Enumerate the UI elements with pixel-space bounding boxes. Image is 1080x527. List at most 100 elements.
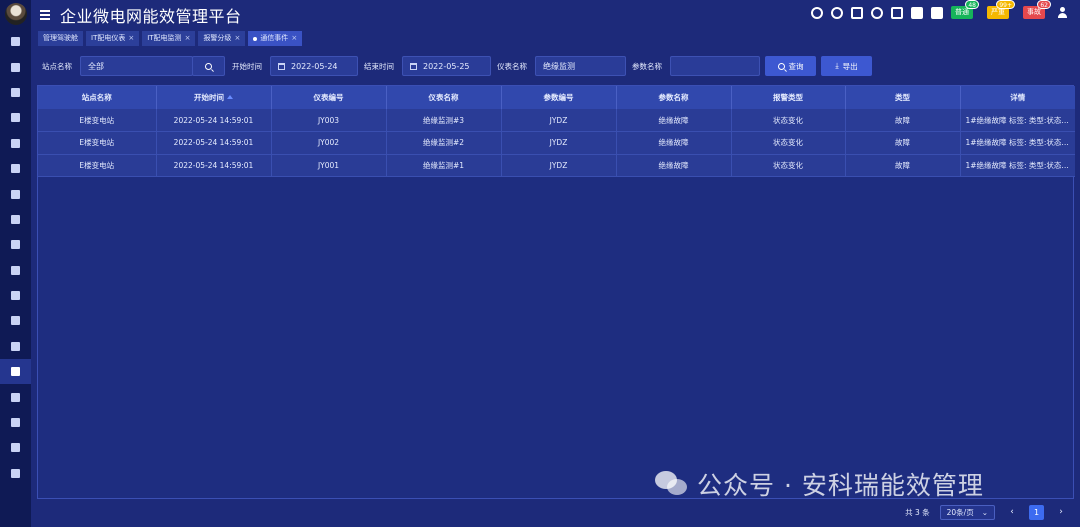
sidebar bbox=[0, 0, 31, 527]
cell-param-name: 绝缘故障 bbox=[616, 131, 732, 155]
nav-grid-icon[interactable] bbox=[0, 232, 31, 257]
nav-list-icon[interactable] bbox=[0, 308, 31, 333]
column-header-sortable[interactable]: 开始时间 bbox=[156, 86, 272, 109]
column-header[interactable]: 详情 bbox=[960, 86, 1075, 109]
column-header[interactable]: 参数名称 bbox=[616, 86, 732, 109]
nav-station-icon[interactable] bbox=[0, 105, 31, 130]
tab-label: IT配电监测 bbox=[147, 34, 182, 42]
close-icon[interactable]: × bbox=[128, 31, 134, 46]
next-page-icon[interactable]: › bbox=[1054, 507, 1068, 517]
header-tools: 普通 48 严重 99+ 事故 62 bbox=[811, 0, 1068, 19]
nav-edit-icon[interactable] bbox=[0, 384, 31, 409]
mute-bell-icon[interactable] bbox=[851, 6, 863, 19]
column-header[interactable]: 报警类型 bbox=[731, 86, 846, 109]
cell-site: E楼变电站 bbox=[38, 109, 157, 132]
theme-shirt-icon[interactable] bbox=[911, 6, 923, 19]
nav-monitor-icon[interactable] bbox=[0, 156, 31, 181]
cell-start-time: 2022-05-24 14:59:01 bbox=[156, 154, 272, 177]
end-date-value: 2022-05-25 bbox=[423, 61, 470, 71]
cell-meter-name: 绝缘监测#3 bbox=[386, 109, 502, 132]
alarm-serious-count: 99+ bbox=[996, 0, 1015, 9]
cell-type: 故障 bbox=[845, 154, 961, 177]
search-icon bbox=[205, 62, 212, 70]
fullscreen-icon[interactable] bbox=[891, 6, 903, 19]
user-icon[interactable] bbox=[1057, 7, 1068, 18]
export-button[interactable]: ⤓ 导出 bbox=[821, 56, 872, 76]
column-header[interactable]: 参数编号 bbox=[501, 86, 617, 109]
tab-it-monitor[interactable]: IT配电监测 × bbox=[142, 31, 196, 46]
table-row[interactable]: E楼变电站 2022-05-24 14:59:01 JY003 绝缘监测#3 J… bbox=[38, 109, 1075, 132]
alarm-accident-badge[interactable]: 事故 62 bbox=[1023, 0, 1051, 19]
nav-tools-icon[interactable] bbox=[0, 461, 31, 486]
tab-label: 报警分级 bbox=[203, 34, 232, 42]
nav-report-icon[interactable] bbox=[0, 410, 31, 435]
cell-detail: 1#绝缘故障 标签: 类型:状态变化 bbox=[960, 154, 1075, 177]
search-icon bbox=[777, 62, 785, 70]
end-time-label: 结束时间 bbox=[364, 61, 394, 71]
alarm-normal-badge[interactable]: 普通 48 bbox=[951, 0, 979, 19]
alarm-serious-badge[interactable]: 严重 99+ bbox=[987, 0, 1015, 19]
cell-meter-id: JY002 bbox=[271, 131, 387, 155]
page-size-select[interactable]: 20条/页 ⌄ bbox=[939, 504, 995, 520]
column-header[interactable]: 仪表编号 bbox=[271, 86, 387, 109]
tab-label: 通信事件 bbox=[260, 34, 289, 42]
nav-panel-icon[interactable] bbox=[0, 334, 31, 359]
end-date-picker[interactable]: 2022-05-25 bbox=[402, 56, 491, 76]
tab-comm-events[interactable]: 通信事件 × bbox=[248, 31, 303, 46]
download-icon: ⤓ bbox=[835, 61, 839, 70]
sort-up-icon[interactable] bbox=[227, 95, 233, 99]
close-icon[interactable]: × bbox=[185, 31, 191, 46]
column-header[interactable]: 类型 bbox=[845, 86, 961, 109]
refresh-icon[interactable] bbox=[871, 6, 883, 19]
menu-toggle-icon[interactable] bbox=[40, 10, 50, 20]
cell-type: 故障 bbox=[845, 109, 961, 132]
cell-alarm-type: 状态变化 bbox=[731, 154, 846, 177]
nav-meter-icon[interactable] bbox=[0, 207, 31, 232]
tab-alarm-level[interactable]: 报警分级 × bbox=[198, 31, 246, 46]
site-label: 站点名称 bbox=[42, 61, 72, 71]
close-icon[interactable]: × bbox=[234, 31, 240, 46]
nav-building-icon[interactable] bbox=[0, 131, 31, 156]
site-select[interactable]: 全部 bbox=[80, 56, 193, 76]
nav-doc-icon[interactable] bbox=[0, 435, 31, 460]
page-number-current[interactable]: 1 bbox=[1029, 504, 1044, 520]
chevron-down-icon: ⌄ bbox=[981, 507, 988, 517]
tab-dashboard[interactable]: 管理驾驶舱 bbox=[38, 31, 83, 46]
table-row[interactable]: E楼变电站 2022-05-24 14:59:01 JY002 绝缘监测#2 J… bbox=[38, 131, 1075, 155]
query-label: 查询 bbox=[788, 61, 804, 71]
column-header[interactable]: 站点名称 bbox=[38, 86, 157, 109]
total-count: 共 3 条 bbox=[905, 507, 930, 517]
nav-light-icon[interactable] bbox=[0, 181, 31, 206]
meter-name-input[interactable]: 绝缘监测 bbox=[535, 56, 626, 76]
start-date-picker[interactable]: 2022-05-24 bbox=[270, 56, 358, 76]
query-button[interactable]: 查询 bbox=[765, 56, 816, 76]
param-name-input[interactable] bbox=[670, 56, 760, 76]
page-size-value: 20条/页 bbox=[946, 507, 974, 517]
alarm-accident-count: 62 bbox=[1037, 0, 1051, 9]
nav-image-icon[interactable] bbox=[0, 54, 31, 79]
active-dot-icon bbox=[253, 36, 258, 41]
table-header-row: 站点名称 开始时间 仪表编号 仪表名称 参数编号 参数名称 报警类型 类型 详情 bbox=[38, 86, 1075, 109]
language-icon[interactable] bbox=[931, 6, 943, 19]
nav-device-icon[interactable] bbox=[0, 80, 31, 105]
nav-chart-icon[interactable] bbox=[0, 29, 31, 54]
nav-charger-icon[interactable] bbox=[0, 283, 31, 308]
meter-name-value: 绝缘监测 bbox=[543, 61, 575, 71]
column-header[interactable]: 仪表名称 bbox=[386, 86, 502, 109]
nav-battery-icon[interactable] bbox=[0, 258, 31, 283]
cell-meter-id: JY003 bbox=[271, 109, 387, 132]
filter-bar: 站点名称 全部 开始时间 2022-05-24 结束时间 2022-05-25 … bbox=[42, 56, 872, 76]
close-icon[interactable]: × bbox=[291, 31, 297, 46]
search-icon[interactable] bbox=[831, 6, 843, 19]
prev-page-icon[interactable]: ‹ bbox=[1005, 507, 1019, 517]
alarm-accident-label: 事故 bbox=[1027, 8, 1041, 16]
table-row[interactable]: E楼变电站 2022-05-24 14:59:01 JY001 绝缘监测#1 J… bbox=[38, 154, 1075, 177]
site-select-value: 全部 bbox=[88, 61, 104, 71]
user-avatar-logo[interactable] bbox=[4, 3, 27, 25]
tab-it-meter[interactable]: IT配电仪表 × bbox=[86, 31, 140, 46]
cell-start-time: 2022-05-24 14:59:01 bbox=[156, 109, 272, 132]
tab-label: IT配电仪表 bbox=[91, 34, 126, 42]
help-icon[interactable] bbox=[811, 6, 823, 19]
site-search-button[interactable] bbox=[192, 56, 225, 76]
nav-alarm-icon[interactable] bbox=[0, 359, 31, 385]
